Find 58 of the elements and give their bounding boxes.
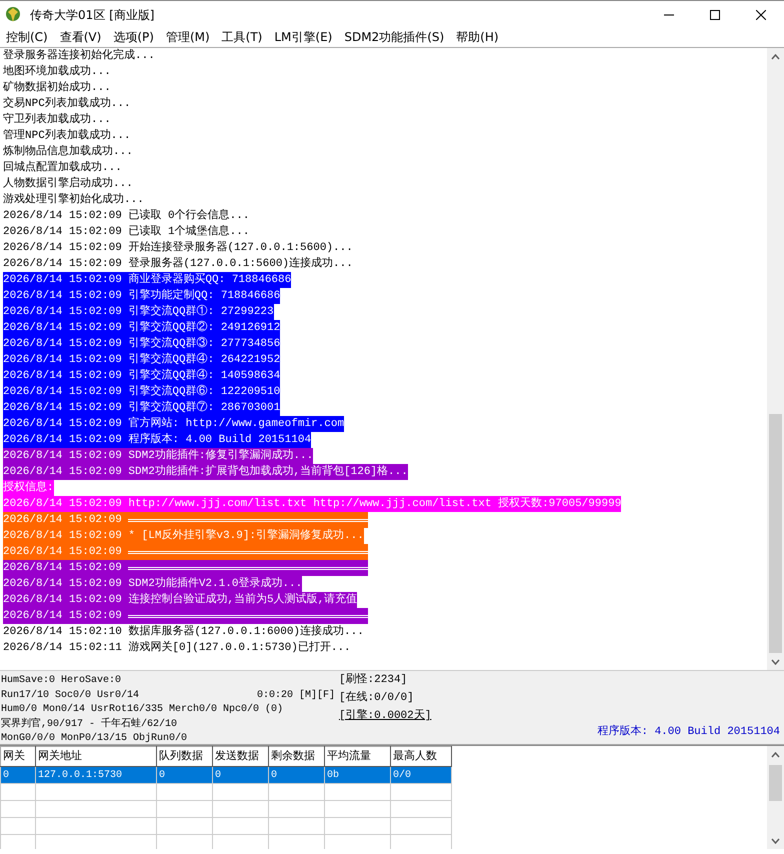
log-line: 回城点配置加载成功... [3,160,122,176]
log-line: 交易NPC列表加载成功... [3,96,131,112]
log-line: 2026/8/14 15:02:09 登录服务器(127.0.0.1:5600)连接成功... [3,256,353,272]
column-header[interactable]: 发送数据 [212,746,268,766]
status-text: Hum0/0 Mon0/14 UsrRot16/335 Merch0/0 Npc0/0 (0) [1,703,284,718]
table-cell: 0/0 [390,766,452,784]
maximize-icon [710,10,720,20]
menu-item[interactable]: 选项(P) [107,28,160,47]
log-line: 游戏处理引擎初始化成功... [3,192,144,208]
log-line: 2026/8/14 15:02:09 已读取 0个行会信息... [3,208,250,224]
table-cell: 0 [0,766,36,784]
scrollbar[interactable] [767,746,784,849]
column-header[interactable]: 剩余数据 [268,746,324,766]
counter-text: [在线:0/0/0] [338,692,414,704]
log-line: 2026/8/14 15:02:09 已读取 1个城堡信息... [3,224,250,240]
menu-item[interactable]: 控制(C) [0,28,54,47]
scroll-up-icon[interactable] [771,54,780,60]
scroll-down-icon[interactable] [771,838,780,844]
log-line: 2026/8/14 15:02:11 游戏网关[0](127.0.0.1:5730)已打开... [3,640,351,656]
counter-text: [刷怪:2234] [338,674,408,686]
log-line: 2026/8/14 15:02:09 开始连接登录服务器(127.0.0.1:5600)... [3,240,353,256]
status-text: 冥界判官,90/917 - 千年石蛙/62/10 [1,718,178,732]
menu-item[interactable]: LM引擎(E) [268,28,338,47]
table-cell: 0 [156,766,212,784]
log-line: 矿物数据初始成功... [3,80,111,96]
version-label: 程序版本: 4.00 Build 20151104 [597,724,780,740]
column-header[interactable]: 网关地址 [36,746,156,766]
menu-item[interactable]: 查看(V) [54,28,108,47]
table-cell: 0b [324,766,390,784]
log-line: 登录服务器连接初始化完成... [3,48,155,64]
table-cell: 127.0.0.1:5730 [36,766,156,784]
menu-item[interactable]: SDM2功能插件(S) [338,28,450,47]
log-line: 地图环境加载成功... [3,64,111,80]
status-text: Run17/10 Soc0/0 Usr0/14 [1,688,140,703]
app-icon [4,6,22,24]
menu-item[interactable]: 管理(M) [160,28,216,47]
table-cell: 0 [268,766,324,784]
menu-item[interactable]: 工具(T) [216,28,268,47]
menu-item[interactable]: 帮助(H) [450,28,505,47]
column-header[interactable]: 最高人数 [390,746,452,766]
scroll-down-icon[interactable] [771,658,780,664]
scrollbar[interactable] [767,48,784,670]
status-text: MonG0/0/0 MonP0/13/15 ObjRun0/0 [1,732,188,746]
column-header[interactable]: 网关 [0,746,36,766]
log-line: 守卫列表加载成功... [3,112,111,128]
window-title: 传奇大学01区 [商业版] [30,6,156,24]
log-line: 人物数据引擎启动成功... [3,176,133,192]
log-line: 2026/8/14 15:02:10 数据库服务器(127.0.0.1:6000)连接成功... [3,624,364,640]
column-header[interactable]: 平均流量 [324,746,390,766]
close-icon [756,10,766,20]
column-header[interactable]: 队列数据 [156,746,212,766]
status-text: HumSave:0 HeroSave:0 [1,674,122,688]
table-cell: 0 [212,766,268,784]
scroll-up-icon[interactable] [771,752,780,758]
engine-link[interactable]: [引擎:0.0002天] [338,710,432,722]
log-line: 管理NPC列表加载成功... [3,128,131,144]
timer-text: 0:0:20 [M][F] [256,688,335,703]
log-line: 炼制物品信息加载成功... [3,144,133,160]
